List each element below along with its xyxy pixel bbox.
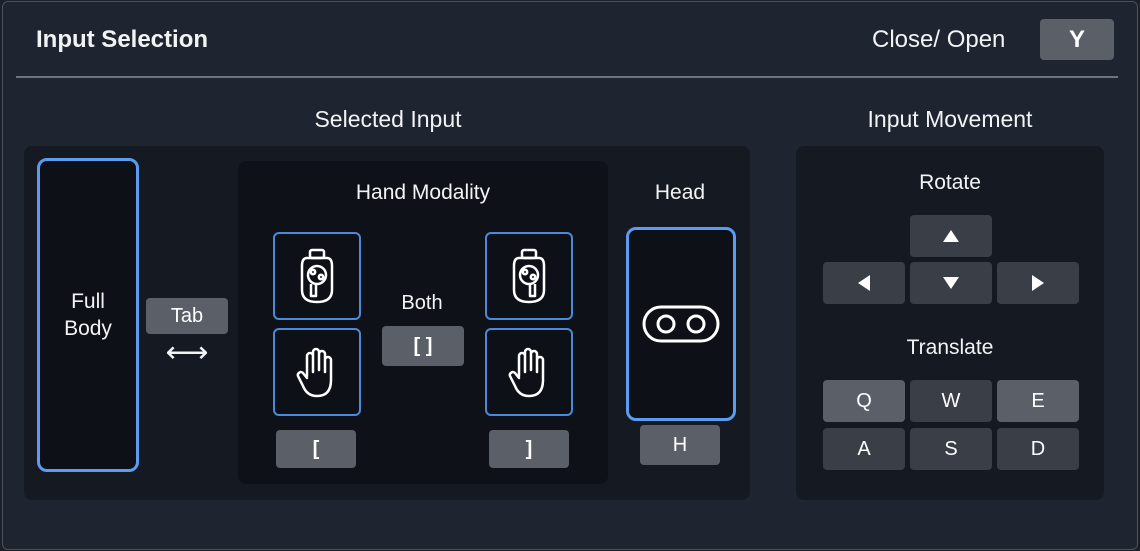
controller-icon — [300, 248, 334, 304]
hand-modality-title: Hand Modality — [355, 181, 491, 204]
translate-w-key[interactable]: W — [910, 380, 992, 422]
head-tile[interactable] — [626, 227, 736, 421]
selected-input-title: Selected Input — [314, 106, 462, 132]
hand-icon — [508, 347, 545, 398]
arrow-down-icon — [943, 277, 959, 289]
full-body-tile[interactable]: Full Body — [37, 158, 139, 472]
both-hands-key[interactable]: [ ] — [382, 326, 464, 366]
close-open-key[interactable]: Y — [1040, 19, 1114, 60]
translate-q-key[interactable]: Q — [823, 380, 905, 422]
header-divider — [16, 76, 1118, 78]
translate-e-key[interactable]: E — [997, 380, 1079, 422]
arrow-left-icon — [858, 275, 870, 291]
translate-label: Translate — [906, 336, 994, 359]
left-hand-tile[interactable] — [273, 328, 361, 416]
translate-a-key[interactable]: A — [823, 428, 905, 470]
controller-icon — [512, 248, 546, 304]
head-key[interactable]: H — [640, 425, 720, 465]
right-hand-key[interactable]: ] — [489, 430, 569, 468]
left-hand-key[interactable]: [ — [276, 430, 356, 468]
rotate-left-key[interactable] — [823, 262, 905, 304]
translate-d-key[interactable]: D — [997, 428, 1079, 470]
translate-s-key[interactable]: S — [910, 428, 992, 470]
input-movement-title: Input Movement — [867, 106, 1033, 132]
rotate-right-key[interactable] — [997, 262, 1079, 304]
swap-arrow-icon: ⟷ — [165, 336, 209, 369]
close-open-label: Close/ Open — [872, 26, 1006, 53]
arrow-up-icon — [943, 230, 959, 242]
right-hand-tile[interactable] — [485, 328, 573, 416]
rotate-label: Rotate — [919, 171, 981, 194]
full-body-label-line1: Full — [71, 290, 105, 313]
head-title: Head — [654, 181, 706, 204]
rotate-up-key[interactable] — [910, 215, 992, 257]
arrow-right-icon — [1032, 275, 1044, 291]
panel-title: Input Selection — [36, 26, 209, 53]
tab-key[interactable]: Tab — [146, 298, 228, 334]
headset-icon — [642, 305, 720, 343]
rotate-down-key[interactable] — [910, 262, 992, 304]
left-controller-tile[interactable] — [273, 232, 361, 320]
both-label: Both — [401, 292, 443, 314]
full-body-label-line2: Body — [64, 317, 112, 340]
hand-icon — [296, 347, 333, 398]
right-controller-tile[interactable] — [485, 232, 573, 320]
